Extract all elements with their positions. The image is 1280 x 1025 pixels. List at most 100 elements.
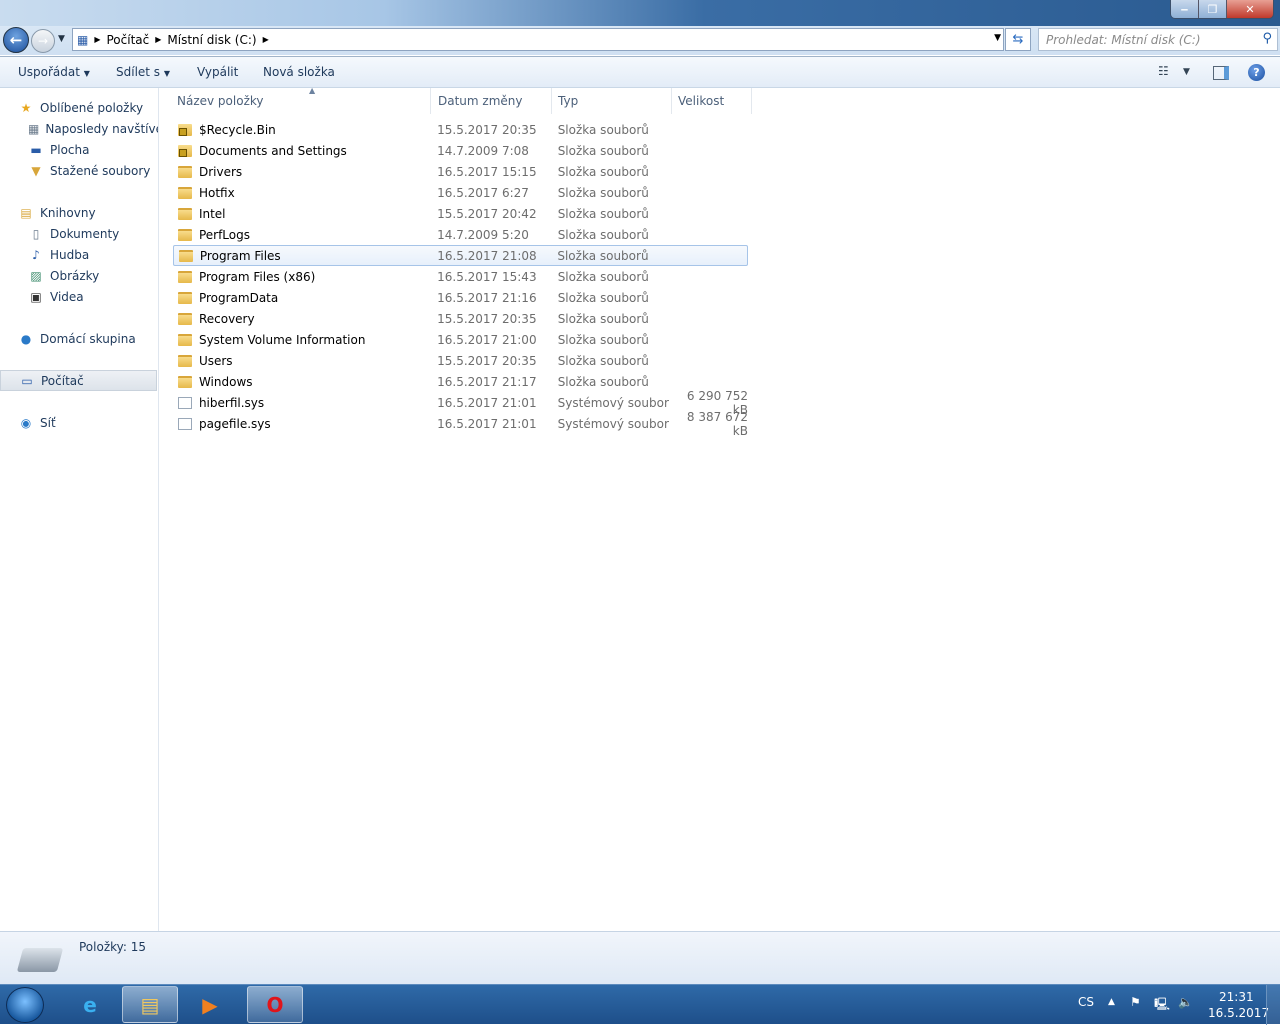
star-icon: ★ xyxy=(20,100,32,115)
search-input[interactable]: Prohledat: Místní disk (C:) ⚲ xyxy=(1038,28,1278,51)
sort-ascending-icon: ▲ xyxy=(309,86,316,95)
file-explorer-icon[interactable]: ▤ xyxy=(122,986,178,1023)
file-date: 16.5.2017 21:01 xyxy=(437,395,537,410)
file-row[interactable]: PerfLogs 14.7.2009 5:20 Složka souborů xyxy=(173,224,748,245)
sidebar-item[interactable]: ♪ Hudba xyxy=(0,244,157,265)
burn-button[interactable]: Vypálit xyxy=(197,65,238,79)
maximize-button[interactable]: ❐ xyxy=(1199,0,1227,18)
breadcrumb-local-disk[interactable]: Místní disk (C:) xyxy=(167,33,256,47)
file-row[interactable]: Documents and Settings 14.7.2009 7:08 Sl… xyxy=(173,140,748,161)
breadcrumb-computer[interactable]: Počítač xyxy=(107,33,150,47)
file-row[interactable]: hiberfil.sys 16.5.2017 21:01 Systémový s… xyxy=(173,389,748,417)
folder-icon xyxy=(178,354,192,367)
file-type: Složka souborů xyxy=(557,248,649,263)
network-icon: ◉ xyxy=(20,415,32,430)
file-row[interactable]: Program Files (x86) 16.5.2017 15:43 Slož… xyxy=(173,266,748,287)
file-name: ProgramData xyxy=(198,290,279,305)
file-name: pagefile.sys xyxy=(198,416,271,431)
file-row[interactable]: Intel 15.5.2017 20:42 Složka souborů xyxy=(173,203,748,224)
title-bar: ‒ ❐ ✕ xyxy=(0,0,1280,26)
sidebar-item[interactable]: ▨ Obrázky xyxy=(0,265,157,286)
sidebar-item[interactable]: ▼ Stažené soubory xyxy=(0,160,157,181)
preview-pane-icon[interactable] xyxy=(1213,66,1229,80)
recent-pages-dropdown[interactable]: ▼ xyxy=(58,34,65,44)
change-view-icon[interactable]: ☷ xyxy=(1158,64,1169,78)
column-header-size[interactable]: Velikost xyxy=(672,88,752,114)
file-date: 15.5.2017 20:35 xyxy=(437,353,537,368)
folder-icon xyxy=(178,291,192,304)
file-date: 16.5.2017 21:08 xyxy=(437,248,537,263)
refresh-icon: ⇆ xyxy=(1012,32,1024,47)
minimize-button[interactable]: ‒ xyxy=(1171,0,1199,18)
sidebar-item[interactable]: ▭ Počítač xyxy=(0,370,157,391)
locked-folder-icon xyxy=(178,144,192,157)
column-header-type[interactable]: Typ xyxy=(552,88,672,114)
network-icon[interactable]: 🖳 xyxy=(1154,995,1170,1016)
volume-icon[interactable]: 🔈 xyxy=(1178,995,1193,1009)
clock-date[interactable]: 16.5.2017 xyxy=(1208,1006,1269,1020)
action-center-flag-icon[interactable]: ⚑ xyxy=(1130,995,1141,1009)
file-list: Název položky ▲ Datum změny Typ Velikost … xyxy=(159,86,1280,931)
computer-icon: ▭ xyxy=(21,373,33,388)
column-header-date[interactable]: Datum změny xyxy=(432,88,552,114)
help-icon[interactable]: ? xyxy=(1248,64,1265,81)
language-indicator[interactable]: CS xyxy=(1078,995,1094,1009)
sidebar-item[interactable]: ▯ Dokumenty xyxy=(0,223,157,244)
address-history-dropdown[interactable]: ▼ xyxy=(994,33,1001,43)
sidebar-item[interactable]: ◉ Síť xyxy=(0,412,157,433)
sidebar-item[interactable]: ▬ Plocha xyxy=(0,139,157,160)
back-arrow-icon: ← xyxy=(9,31,23,49)
view-dropdown-icon[interactable]: ▼ xyxy=(1183,67,1190,77)
file-row[interactable]: ProgramData 16.5.2017 21:16 Složka soubo… xyxy=(173,287,748,308)
drive-icon xyxy=(16,948,64,972)
file-row[interactable]: Recovery 15.5.2017 20:35 Složka souborů xyxy=(173,308,748,329)
file-name: Intel xyxy=(198,206,226,221)
file-row[interactable]: Drivers 16.5.2017 15:15 Složka souborů xyxy=(173,161,748,182)
file-date: 16.5.2017 15:43 xyxy=(437,269,537,284)
show-desktop-button[interactable] xyxy=(1266,985,1280,1025)
file-row[interactable]: Windows 16.5.2017 21:17 Složka souborů xyxy=(173,371,748,392)
folder-icon xyxy=(178,186,192,199)
new-folder-button[interactable]: Nová složka xyxy=(263,65,335,79)
file-date: 16.5.2017 21:00 xyxy=(437,332,537,347)
chevron-right-icon[interactable]: ▶ xyxy=(263,35,269,44)
sidebar-item-label: Naposledy navštívené xyxy=(45,121,158,136)
sidebar-item[interactable]: ▦ Naposledy navštívené xyxy=(0,118,158,139)
file-type: Systémový soubor xyxy=(557,416,669,431)
file-row[interactable]: $Recycle.Bin 15.5.2017 20:35 Složka soub… xyxy=(173,119,748,140)
videos-icon: ▣ xyxy=(30,289,42,304)
search-icon[interactable]: ⚲ xyxy=(1262,31,1272,46)
sidebar-item[interactable]: ▤ Knihovny xyxy=(0,202,157,223)
forward-button[interactable]: → xyxy=(31,29,55,53)
file-row[interactable]: Program Files 16.5.2017 21:08 Složka sou… xyxy=(173,245,748,266)
file-row[interactable]: Users 15.5.2017 20:35 Složka souborů xyxy=(173,350,748,371)
sidebar-item[interactable]: ▣ Videa xyxy=(0,286,157,307)
system-file-icon xyxy=(178,417,192,430)
internet-explorer-icon[interactable]: e xyxy=(62,986,118,1023)
file-row[interactable]: pagefile.sys 16.5.2017 21:01 Systémový s… xyxy=(173,410,748,438)
search-placeholder: Prohledat: Místní disk (C:) xyxy=(1046,32,1201,47)
media-player-icon[interactable]: ▶ xyxy=(182,986,238,1023)
clock-time[interactable]: 21:31 xyxy=(1219,990,1254,1004)
share-button[interactable]: Sdílet s ▼ xyxy=(116,65,170,79)
close-button[interactable]: ✕ xyxy=(1227,0,1273,18)
documents-icon: ▯ xyxy=(32,226,40,241)
file-name: PerfLogs xyxy=(198,227,250,242)
file-type: Složka souborů xyxy=(557,206,649,221)
sidebar-item[interactable]: ● Domácí skupina xyxy=(0,328,157,349)
file-row[interactable]: Hotfix 16.5.2017 6:27 Složka souborů xyxy=(173,182,748,203)
refresh-button[interactable]: ⇆ xyxy=(1005,28,1031,51)
file-type: Složka souborů xyxy=(557,290,649,305)
chevron-right-icon[interactable]: ▶ xyxy=(155,35,161,44)
file-row[interactable]: System Volume Information 16.5.2017 21:0… xyxy=(173,329,748,350)
chevron-right-icon[interactable]: ▶ xyxy=(94,35,100,44)
address-bar[interactable]: ▦ ▶ Počítač ▶ Místní disk (C:) ▶ ▼ xyxy=(72,28,1004,51)
sidebar-item[interactable]: ★ Oblíbené položky xyxy=(0,97,157,118)
opera-icon[interactable]: O xyxy=(247,986,303,1023)
start-button[interactable] xyxy=(6,987,44,1023)
back-button[interactable]: ← xyxy=(3,27,29,53)
organize-button[interactable]: Uspořádat ▼ xyxy=(18,65,90,79)
show-hidden-icons-icon[interactable]: ▲ xyxy=(1108,997,1115,1007)
column-header-name[interactable]: Název položky ▲ xyxy=(171,86,431,114)
homegroup-icon: ● xyxy=(20,331,32,346)
